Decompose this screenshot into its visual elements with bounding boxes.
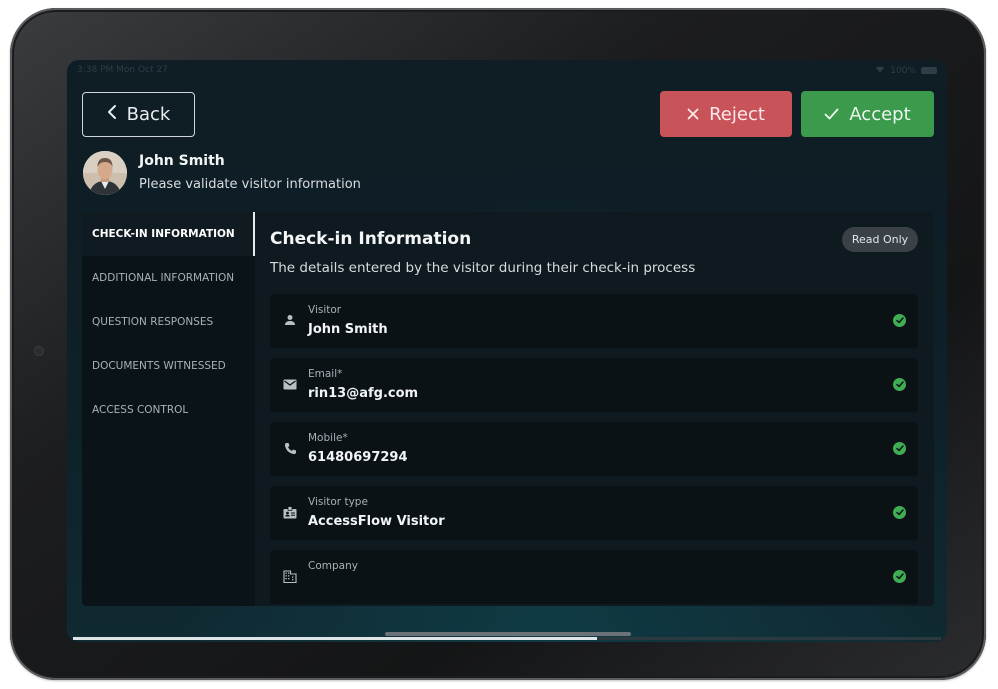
check-circle-icon <box>893 506 906 519</box>
wifi-icon <box>875 65 885 76</box>
field-value: John Smith <box>308 322 388 337</box>
reject-button[interactable]: Reject <box>660 91 792 137</box>
check-circle-icon <box>893 442 906 455</box>
check-circle-icon <box>893 314 906 327</box>
field-label: Company <box>308 560 358 572</box>
check-circle-icon <box>893 570 906 583</box>
field-company: Company <box>270 550 918 604</box>
content-card: CHECK-IN INFORMATION ADDITIONAL INFORMAT… <box>82 212 934 606</box>
nav-item-documents-witnessed[interactable]: DOCUMENTS WITNESSED <box>82 344 254 388</box>
battery-percent: 100% <box>890 65 916 76</box>
nav-item-label: QUESTION RESPONSES <box>92 316 214 328</box>
avatar <box>83 151 127 195</box>
field-value: rin13@afg.com <box>308 386 419 401</box>
nav-item-label: ACCESS CONTROL <box>92 404 189 416</box>
field-email: Email* rin13@afg.com <box>270 358 918 412</box>
field-label: Mobile* <box>308 432 348 444</box>
check-in-panel: Check-in Information Read Only The detai… <box>255 212 934 606</box>
back-button-label: Back <box>126 104 171 125</box>
scroll-progress <box>73 637 597 640</box>
panel-title: Check-in Information <box>270 229 472 249</box>
nav-item-label: CHECK-IN INFORMATION <box>92 228 235 240</box>
status-time: 3:38 PM Mon Oct 27 <box>77 65 168 75</box>
building-icon <box>281 567 299 585</box>
camera-lens <box>35 347 43 355</box>
panel-description: The details entered by the visitor durin… <box>270 260 696 276</box>
nav-item-question-responses[interactable]: QUESTION RESPONSES <box>82 300 254 344</box>
visitor-subtitle: Please validate visitor information <box>139 177 361 192</box>
badge-icon <box>281 503 299 521</box>
reject-button-label: Reject <box>709 103 765 125</box>
chevron-left-icon <box>107 104 117 125</box>
section-nav: CHECK-IN INFORMATION ADDITIONAL INFORMAT… <box>82 212 255 606</box>
field-label: Visitor <box>308 304 342 316</box>
home-indicator[interactable] <box>385 632 631 636</box>
nav-item-additional-information[interactable]: ADDITIONAL INFORMATION <box>82 256 254 300</box>
field-value: 61480697294 <box>308 450 408 465</box>
close-icon <box>687 104 699 125</box>
field-label: Email* <box>308 368 343 380</box>
nav-item-label: DOCUMENTS WITNESSED <box>92 360 226 372</box>
check-icon <box>824 104 839 125</box>
visitor-name: John Smith <box>139 153 225 169</box>
tablet-frame: 3:38 PM Mon Oct 27 100% Back Reject Acce… <box>10 8 986 680</box>
field-visitor-type: Visitor type AccessFlow Visitor <box>270 486 918 540</box>
status-indicators: 100% <box>875 65 937 76</box>
field-label: Visitor type <box>308 496 368 508</box>
back-button[interactable]: Back <box>82 92 195 137</box>
mail-icon <box>281 375 299 393</box>
scroll-track <box>73 637 941 640</box>
screen: 3:38 PM Mon Oct 27 100% Back Reject Acce… <box>67 60 947 642</box>
field-visitor: Visitor John Smith <box>270 294 918 348</box>
read-only-badge: Read Only <box>842 227 918 252</box>
nav-item-label: ADDITIONAL INFORMATION <box>92 272 235 284</box>
field-mobile: Mobile* 61480697294 <box>270 422 918 476</box>
phone-icon <box>281 439 299 457</box>
battery-icon <box>921 67 937 74</box>
field-value: AccessFlow Visitor <box>308 514 445 529</box>
nav-item-check-in-information[interactable]: CHECK-IN INFORMATION <box>82 212 254 256</box>
accept-button-label: Accept <box>849 103 911 125</box>
nav-item-access-control[interactable]: ACCESS CONTROL <box>82 388 254 432</box>
accept-button[interactable]: Accept <box>801 91 934 137</box>
check-circle-icon <box>893 378 906 391</box>
status-bar: 3:38 PM Mon Oct 27 100% <box>77 65 937 77</box>
person-icon <box>281 311 299 329</box>
